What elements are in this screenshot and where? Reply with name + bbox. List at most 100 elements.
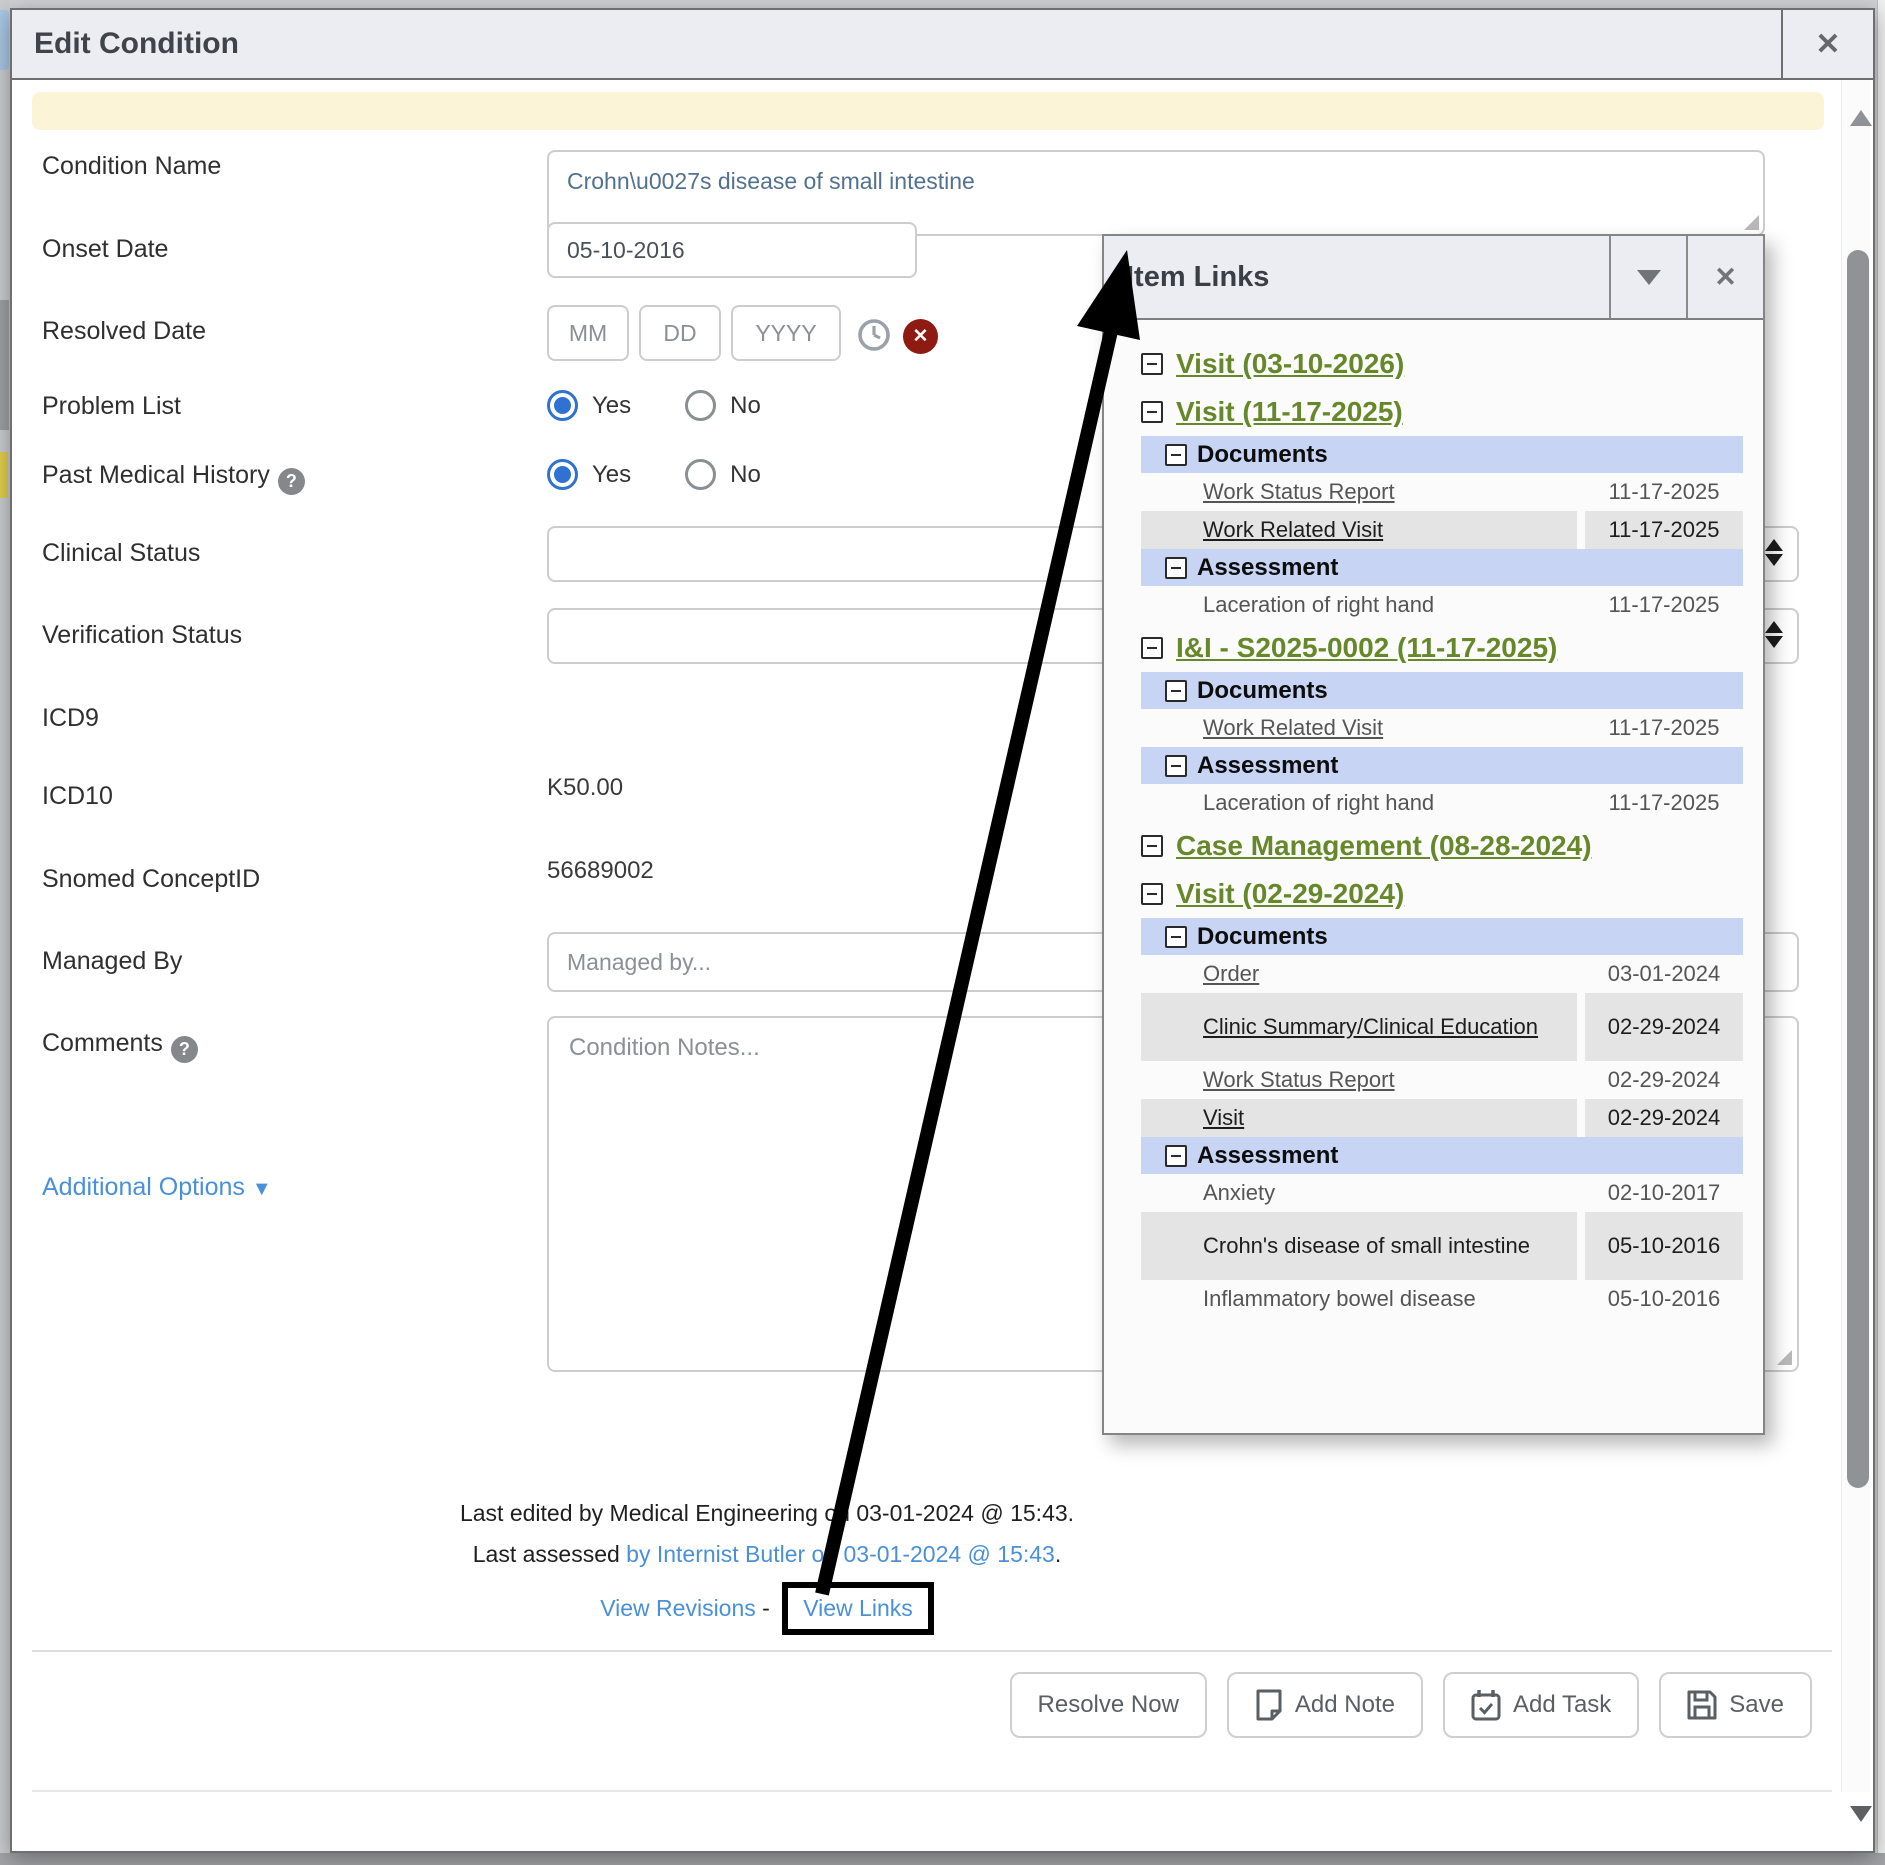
problem-list-yes-radio[interactable] <box>547 390 578 421</box>
audit-footer: Last edited by Medical Engineering on 03… <box>12 1500 1522 1649</box>
help-icon[interactable]: ? <box>171 1036 198 1063</box>
resize-handle[interactable] <box>1777 1350 1792 1365</box>
collapse-minus-icon[interactable] <box>1165 926 1187 948</box>
visit-link[interactable]: Visit (02-29-2024) <box>1176 878 1404 910</box>
section-label: Assessment <box>1197 1142 1338 1170</box>
note-icon <box>1255 1689 1283 1721</box>
onset-date-input[interactable] <box>547 222 917 278</box>
collapse-minus-icon[interactable] <box>1165 680 1187 702</box>
collapse-minus-icon[interactable] <box>1141 835 1163 857</box>
collapse-minus-icon[interactable] <box>1141 883 1163 905</box>
visit-link[interactable]: Visit (03-10-2026) <box>1176 348 1404 380</box>
collapse-minus-icon[interactable] <box>1165 557 1187 579</box>
scroll-down-icon[interactable] <box>1850 1806 1872 1822</box>
item-links-row: Work Related Visit11-17-2025 <box>1141 511 1743 549</box>
view-links-link[interactable]: View Links <box>803 1595 913 1621</box>
clock-icon[interactable] <box>856 317 892 353</box>
linked-item-name: Visit <box>1141 1099 1577 1137</box>
last-assessed-link[interactable]: by Internist Butler on 03-01-2024 @ 15:4… <box>626 1541 1055 1567</box>
item-links-row: Work Related Visit 11-17-2025 <box>1141 709 1743 747</box>
scrollbar-thumb[interactable] <box>1847 250 1869 1488</box>
linked-item-date: 11-17-2025 <box>1585 709 1743 747</box>
linked-item-name: Order <box>1141 955 1577 993</box>
section-label: Assessment <box>1197 554 1338 582</box>
snomed-value: 56689002 <box>547 857 654 885</box>
section-label: Documents <box>1197 677 1328 705</box>
dialog-close-button[interactable]: ✕ <box>1781 10 1873 78</box>
onset-date-label: Onset Date <box>42 235 168 264</box>
visit-link[interactable]: Visit (11-17-2025) <box>1176 396 1403 428</box>
section-label: Documents <box>1197 923 1328 951</box>
past-medical-history-radios: Yes No <box>547 459 761 490</box>
linked-item-date: 11-17-2025 <box>1585 586 1743 624</box>
task-calendar-icon <box>1471 1689 1501 1721</box>
view-links-row: View Revisions - View Links <box>12 1582 1522 1635</box>
scroll-up-icon[interactable] <box>1850 110 1872 126</box>
problem-list-label: Problem List <box>42 392 181 421</box>
collapse-minus-icon[interactable] <box>1141 401 1163 423</box>
document-link[interactable]: Clinic Summary/Clinical Education <box>1203 1012 1538 1042</box>
section-label: Documents <box>1197 441 1328 469</box>
document-link[interactable]: Visit <box>1203 1105 1244 1131</box>
background-chip <box>0 10 9 70</box>
linked-item-name: Work Related Visit <box>1141 709 1577 747</box>
background-text-smudge <box>0 300 9 430</box>
resolved-month-input[interactable] <box>547 305 629 361</box>
item-links-row: Clinic Summary/Clinical Education02-29-2… <box>1141 993 1743 1061</box>
collapse-minus-icon[interactable] <box>1141 353 1163 375</box>
clinical-status-label: Clinical Status <box>42 539 200 568</box>
snomed-label: Snomed ConceptID <box>42 865 260 894</box>
add-task-button[interactable]: Add Task <box>1443 1672 1639 1738</box>
pmh-no-radio[interactable] <box>685 459 716 490</box>
problem-list-no-radio[interactable] <box>685 390 716 421</box>
item-links-row: Assessment <box>1141 549 1743 586</box>
item-links-title: Item Links <box>1104 236 1609 318</box>
collapse-minus-icon[interactable] <box>1165 444 1187 466</box>
view-revisions-link[interactable]: View Revisions <box>600 1595 756 1621</box>
linked-item-name: Work Related Visit <box>1141 511 1577 549</box>
save-button[interactable]: Save <box>1659 1672 1812 1738</box>
resolve-now-button[interactable]: Resolve Now <box>1010 1672 1207 1738</box>
document-link[interactable]: Work Status Report <box>1203 479 1395 505</box>
item-links-collapse-button[interactable] <box>1609 236 1686 318</box>
select-stepper-icon <box>1765 621 1783 648</box>
resolved-day-input[interactable] <box>639 305 721 361</box>
collapse-minus-icon[interactable] <box>1165 755 1187 777</box>
add-note-button[interactable]: Add Note <box>1227 1672 1423 1738</box>
item-links-row: Assessment <box>1141 747 1743 784</box>
dialog-title: Edit Condition <box>12 10 1781 78</box>
linked-item-name: Work Status Report <box>1141 473 1577 511</box>
linked-item-date: 05-10-2016 <box>1585 1212 1743 1280</box>
item-links-row: I&I - S2025-0002 (11-17-2025) <box>1141 624 1743 672</box>
collapse-minus-icon[interactable] <box>1141 637 1163 659</box>
resolved-date-label: Resolved Date <box>42 317 206 346</box>
collapse-minus-icon[interactable] <box>1165 1145 1187 1167</box>
linked-item-date: 03-01-2024 <box>1585 955 1743 993</box>
document-link[interactable]: Order <box>1203 961 1259 987</box>
last-assessed-text: Last assessed by Internist Butler on 03-… <box>12 1541 1522 1568</box>
additional-options-link[interactable]: Additional Options ▼ <box>42 1173 272 1202</box>
item-links-tree: Visit (03-10-2026) Visit (11-17-2025) Docu… <box>1104 320 1763 1318</box>
assessment-item-label: Anxiety <box>1203 1180 1275 1206</box>
document-link[interactable]: Work Related Visit <box>1203 517 1383 543</box>
visit-link[interactable]: I&I - S2025-0002 (11-17-2025) <box>1176 632 1557 664</box>
icd9-label: ICD9 <box>42 704 99 733</box>
help-icon[interactable]: ? <box>278 468 305 495</box>
dialog-actions: Resolve Now Add Note Add Task <box>12 1672 1812 1738</box>
linked-item-name: Inflammatory bowel disease <box>1141 1280 1577 1318</box>
linked-item-date: 11-17-2025 <box>1585 784 1743 822</box>
document-link[interactable]: Work Status Report <box>1203 1067 1395 1093</box>
dialog-titlebar: Edit Condition ✕ <box>12 10 1873 80</box>
pmh-yes-radio[interactable] <box>547 459 578 490</box>
resize-handle[interactable] <box>1744 215 1759 230</box>
item-links-close-button[interactable]: ✕ <box>1686 236 1763 318</box>
document-link[interactable]: Work Related Visit <box>1203 715 1383 741</box>
linked-item-date: 02-10-2017 <box>1585 1174 1743 1212</box>
item-links-row: Laceration of right hand11-17-2025 <box>1141 586 1743 624</box>
comments-label: Comments? <box>42 1029 198 1063</box>
clear-date-icon[interactable]: ✕ <box>903 319 938 354</box>
item-links-row: Assessment <box>1141 1137 1743 1174</box>
background-page-right <box>1877 0 1885 1865</box>
resolved-year-input[interactable] <box>731 305 841 361</box>
visit-link[interactable]: Case Management (08-28-2024) <box>1176 830 1592 862</box>
